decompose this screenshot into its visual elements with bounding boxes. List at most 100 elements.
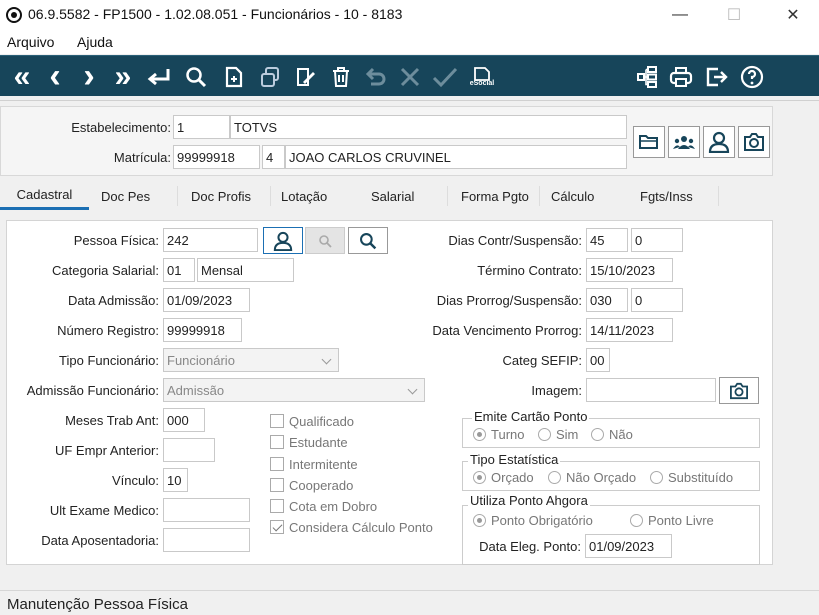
print-button[interactable]: [666, 56, 696, 97]
data-aposentadoria-field[interactable]: [163, 528, 250, 552]
cooperado-label: Cooperado: [289, 478, 354, 493]
cota-em-dobro-checkbox[interactable]: [270, 499, 284, 513]
delete-record-button[interactable]: [327, 56, 355, 97]
tab-fgts-inss[interactable]: Fgts/Inss: [640, 182, 693, 210]
numero-registro-field[interactable]: 99999918: [163, 318, 242, 342]
dias-suspensao-field[interactable]: 0: [631, 228, 683, 252]
radio-nao-orcado-label: Não Orçado: [566, 470, 637, 485]
zoom-icon: [319, 234, 332, 248]
uf-empr-field[interactable]: [163, 438, 215, 462]
hierarchy-icon: [637, 65, 657, 88]
data-admissao-field[interactable]: 01/09/2023: [163, 288, 250, 312]
categ-sefip-field[interactable]: 00: [586, 348, 610, 372]
matricula-field[interactable]: 99999918: [173, 145, 260, 169]
tab-separator: [177, 186, 178, 206]
dias-contr-label: Dias Contr/Suspensão:: [448, 233, 582, 248]
radio-nao-label: Não: [609, 427, 633, 442]
estudante-checkbox[interactable]: [270, 435, 284, 449]
cooperado-checkbox[interactable]: [270, 478, 284, 492]
funcionario-name-field[interactable]: JOAO CARLOS CRUVINEL: [285, 145, 627, 169]
hierarchy-button[interactable]: [632, 56, 662, 97]
vinculo-field[interactable]: 10: [163, 468, 188, 492]
intermitente-checkbox[interactable]: [270, 457, 284, 471]
search-pessoa-button[interactable]: [348, 227, 388, 254]
tipo-funcionario-select[interactable]: Funcionário: [163, 348, 339, 372]
last-record-button[interactable]: »: [108, 56, 138, 97]
exit-icon: [706, 67, 728, 86]
cancel-button[interactable]: [396, 56, 424, 97]
copy-record-button[interactable]: [256, 56, 284, 97]
uf-empr-label: UF Empr Anterior:: [54, 443, 159, 458]
search-icon: [186, 66, 207, 87]
help-button[interactable]: [737, 56, 767, 97]
meses-trab-label: Meses Trab Ant:: [65, 413, 159, 428]
zoom-button[interactable]: [305, 227, 345, 254]
matricula-digit-field[interactable]: 4: [262, 145, 285, 169]
trash-icon: [333, 66, 349, 87]
minimize-button[interactable]: —: [657, 0, 703, 30]
tab-cadastral[interactable]: Cadastral: [0, 182, 89, 210]
tab-separator: [270, 186, 271, 206]
categoria-code-field[interactable]: 01: [163, 258, 195, 282]
data-eleg-ponto-field[interactable]: 01/09/2023: [585, 534, 672, 558]
goto-button[interactable]: [144, 56, 174, 97]
radio-orcado-label: Orçado: [491, 470, 534, 485]
imagem-camera-button[interactable]: [719, 377, 759, 404]
tab-forma-pgto[interactable]: Forma Pgto: [461, 182, 529, 210]
confirm-button[interactable]: [430, 56, 460, 97]
radio-substituido[interactable]: [650, 471, 663, 484]
estabelecimento-code-field[interactable]: 1: [173, 115, 230, 139]
undo-button[interactable]: [362, 56, 390, 97]
exit-button[interactable]: [702, 56, 732, 97]
radio-ponto-obrigatorio[interactable]: [473, 514, 486, 527]
tab-doc-profis[interactable]: Doc Profis: [191, 182, 251, 210]
menu-arquivo[interactable]: Arquivo: [7, 34, 54, 50]
estabelecimento-name-field[interactable]: TOTVS: [230, 115, 627, 139]
dias-prorrog-suspensao-field[interactable]: 0: [631, 288, 683, 312]
camera-button[interactable]: [738, 126, 770, 158]
open-folder-button[interactable]: [633, 126, 665, 158]
categoria-desc-field[interactable]: Mensal: [197, 258, 294, 282]
ult-exame-field[interactable]: [163, 498, 250, 522]
person-button[interactable]: [703, 126, 735, 158]
close-button[interactable]: ✕: [770, 0, 816, 30]
person-icon: [273, 231, 293, 251]
categoria-salarial-label: Categoria Salarial:: [52, 263, 159, 278]
estabelecimento-label: Estabelecimento:: [71, 120, 171, 135]
tab-doc-pes[interactable]: Doc Pes: [101, 182, 150, 210]
radio-sim[interactable]: [538, 428, 551, 441]
search-button[interactable]: [182, 56, 210, 97]
edit-record-button[interactable]: [292, 56, 320, 97]
previous-record-button[interactable]: ‹: [42, 56, 68, 97]
maximize-button[interactable]: ☐: [711, 0, 757, 30]
next-record-button[interactable]: ›: [76, 56, 102, 97]
dias-prorrog-field[interactable]: 030: [586, 288, 628, 312]
menu-ajuda[interactable]: Ajuda: [77, 34, 113, 50]
radio-nao[interactable]: [591, 428, 604, 441]
data-vencimento-field[interactable]: 14/11/2023: [586, 318, 673, 342]
dias-contr-field[interactable]: 45: [586, 228, 628, 252]
radio-nao-orcado[interactable]: [548, 471, 561, 484]
first-record-button[interactable]: «: [8, 56, 36, 97]
person-lookup-button[interactable]: [263, 227, 303, 254]
tab-calculo[interactable]: Cálculo: [551, 182, 594, 210]
admissao-funcionario-select[interactable]: Admissão: [163, 378, 425, 402]
tipo-funcionario-label: Tipo Funcionário:: [59, 353, 159, 368]
termino-contrato-field[interactable]: 15/10/2023: [586, 258, 673, 282]
tab-lotacao[interactable]: Lotação: [281, 182, 327, 210]
radio-orcado[interactable]: [473, 471, 486, 484]
meses-trab-field[interactable]: 000: [163, 408, 205, 432]
esocial-button[interactable]: eSocial: [464, 56, 500, 97]
tab-salarial[interactable]: Salarial: [371, 182, 414, 210]
group-users-button[interactable]: [668, 126, 700, 158]
imagem-field[interactable]: [586, 378, 716, 402]
considera-calculo-ponto-checkbox[interactable]: [270, 520, 284, 534]
qualificado-label: Qualificado: [289, 414, 355, 429]
edit-document-icon: [297, 67, 315, 86]
qualificado-checkbox[interactable]: [270, 414, 284, 428]
radio-turno[interactable]: [473, 428, 486, 441]
radio-ponto-livre[interactable]: [630, 514, 643, 527]
header-panel: Estabelecimento: 1 TOTVS Matrícula: 9999…: [0, 106, 773, 176]
new-record-button[interactable]: [220, 56, 248, 97]
pessoa-fisica-field[interactable]: 242: [163, 228, 258, 252]
